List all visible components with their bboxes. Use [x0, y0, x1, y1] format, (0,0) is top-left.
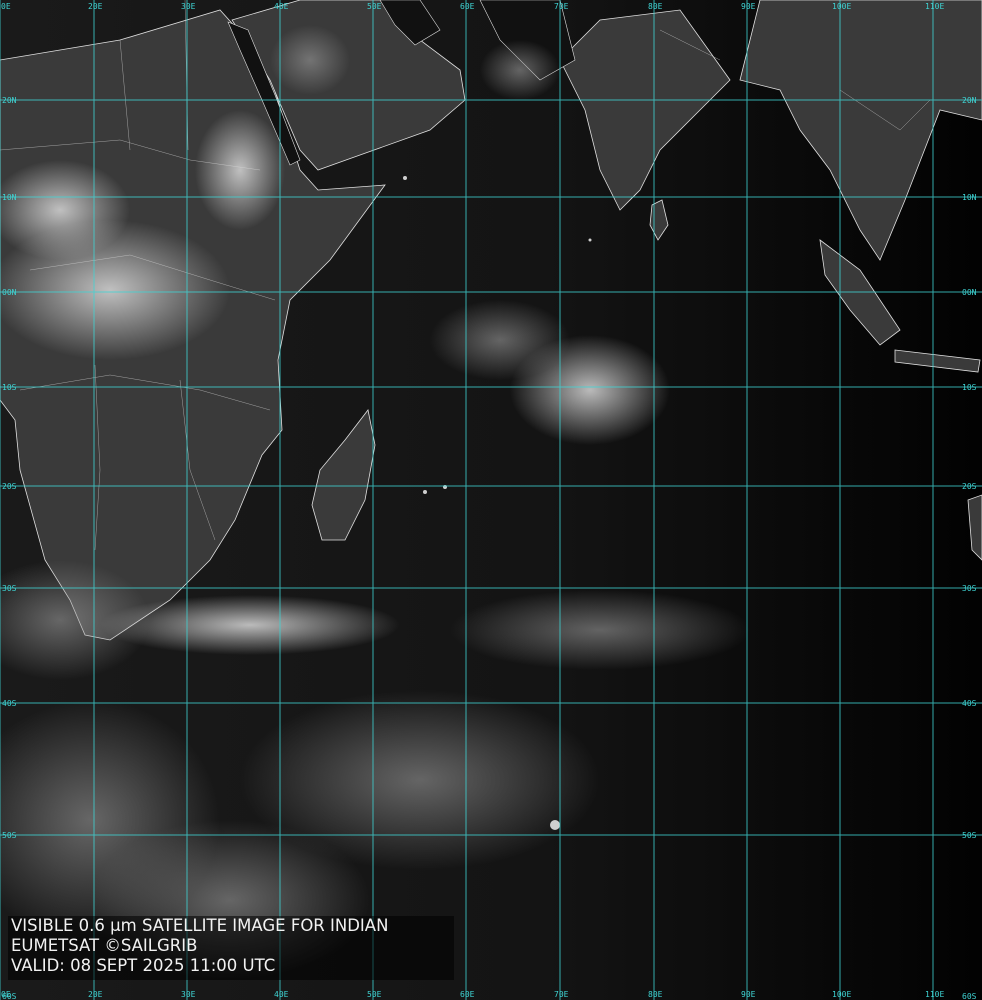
- lon-label: 70E: [554, 990, 569, 999]
- lon-label: 110E: [925, 990, 944, 999]
- lat-label: 20N: [2, 96, 17, 105]
- caption-valid-time: VALID: 08 SEPT 2025 11:00 UTC: [11, 956, 276, 975]
- lat-label: 60S: [2, 992, 17, 1000]
- lon-label: 20E: [88, 990, 103, 999]
- lon-label: 110E: [925, 2, 944, 11]
- lat-label: 30S: [962, 584, 977, 593]
- lat-label: 40S: [2, 699, 17, 708]
- lon-label: 100E: [832, 990, 851, 999]
- lat-label: 50S: [962, 831, 977, 840]
- lon-label: 90E: [741, 2, 756, 11]
- caption-title: VISIBLE 0.6 µm SATELLITE IMAGE FOR INDIA…: [11, 916, 389, 935]
- lon-label: 20E: [88, 2, 103, 11]
- lat-label: 20S: [962, 482, 977, 491]
- lon-label: 0E: [1, 2, 11, 11]
- lat-label: 20N: [962, 96, 977, 105]
- lat-label: 10N: [962, 193, 977, 202]
- lat-label: 10S: [962, 383, 977, 392]
- lat-label: 60S: [962, 992, 977, 1000]
- lon-label: 80E: [648, 2, 663, 11]
- lon-label: 80E: [648, 990, 663, 999]
- lon-label: 50E: [367, 990, 382, 999]
- lat-label: 50S: [2, 831, 17, 840]
- lon-label: 30E: [181, 990, 196, 999]
- lon-label: 40E: [274, 990, 289, 999]
- lat-label: 40S: [962, 699, 977, 708]
- lat-label: 30S: [2, 584, 17, 593]
- lat-label: 00N: [962, 288, 977, 297]
- lat-label: 10S: [2, 383, 17, 392]
- lon-label: 50E: [367, 2, 382, 11]
- lon-label: 60E: [460, 2, 475, 11]
- image-caption: VISIBLE 0.6 µm SATELLITE IMAGE FOR INDIA…: [8, 916, 454, 980]
- lon-label: 60E: [460, 990, 475, 999]
- lat-label: 20S: [2, 482, 17, 491]
- lon-label: 90E: [741, 990, 756, 999]
- satellite-map: 0E 20E 30E 40E 50E 60E 70E 80E 90E 100E …: [0, 0, 982, 1000]
- lon-label: 40E: [274, 2, 289, 11]
- caption-source: EUMETSAT ©SAILGRIB: [11, 936, 198, 955]
- lat-label: 00N: [2, 288, 17, 297]
- lon-label: 100E: [832, 2, 851, 11]
- lon-label: 70E: [554, 2, 569, 11]
- lat-label: 10N: [2, 193, 17, 202]
- lon-label: 30E: [181, 2, 196, 11]
